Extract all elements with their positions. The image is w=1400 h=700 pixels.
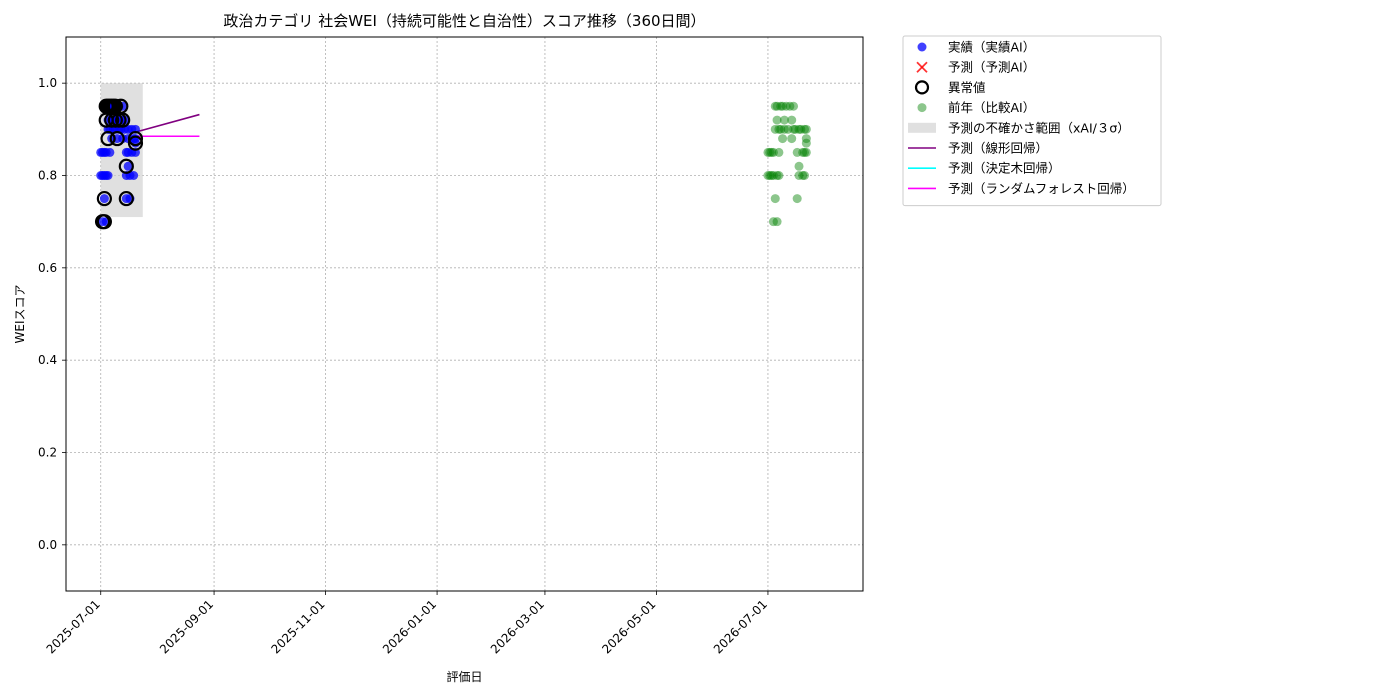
previous-year-point <box>801 124 811 134</box>
x-tick-label: 2025-07-01 <box>44 597 103 656</box>
y-tick-label: 0.6 <box>38 261 57 275</box>
previous-year-point <box>778 134 788 144</box>
forecast-lines-layer <box>137 113 200 138</box>
y-tick-label: 0.4 <box>38 353 57 367</box>
chart-title: 政治カテゴリ 社会WEI（持続可能性と自治性）スコア推移（360日間） <box>223 12 705 30</box>
legend-marker <box>908 122 936 133</box>
x-axis-label: 評価日 <box>446 669 482 684</box>
actual-point <box>99 194 109 204</box>
legend-label: 実績（実績AI） <box>948 40 1035 55</box>
legend-label: 前年（比較AI） <box>948 100 1035 115</box>
grid <box>66 37 863 591</box>
previous-year-point <box>787 134 797 144</box>
legend: 実績（実績AI） 予測（予測AI） 異常値前年（比較AI） 予測の不確かさ範囲（xAI… <box>902 35 1162 207</box>
legend-label: 予測の不確かさ範囲（xAI/３σ） <box>948 120 1130 135</box>
x-tick-label: 2025-09-01 <box>157 597 216 656</box>
previous-year-point <box>801 147 811 157</box>
legend-marker <box>917 103 927 113</box>
plot-area-frame <box>65 36 864 592</box>
previous-year-point <box>801 138 811 148</box>
x-tick-label: 2026-01-01 <box>380 597 439 656</box>
actual-point <box>103 171 113 180</box>
forecast-line <box>137 113 200 133</box>
previous-year-point <box>774 171 784 180</box>
legend-label: 予測（予測AI） <box>948 60 1035 75</box>
y-tick-label: 0.8 <box>38 169 57 183</box>
legend-label: 予測（線形回帰） <box>948 141 1048 156</box>
y-axis-label: WEIスコア <box>13 285 27 344</box>
previous-year-point <box>794 161 804 171</box>
chart-canvas: 政治カテゴリ 社会WEI（持続可能性と自治性）スコア推移（360日間） 0.00… <box>13 12 1162 684</box>
legend-marker <box>917 42 927 52</box>
axis-ticks: 0.0 0.2 0.4 0.6 0.8 1.0 2025-07-01 2025-09-01 20… <box>38 76 770 656</box>
actual-point <box>105 147 115 157</box>
legend-label: 予測（決定木回帰） <box>948 161 1061 176</box>
previous-year-point <box>800 171 810 180</box>
y-tick-label: 1.0 <box>38 76 57 90</box>
x-tick-label: 2026-03-01 <box>488 597 547 656</box>
x-tick-label: 2026-05-01 <box>599 597 658 656</box>
legend-label: 予測（ランダムフォレスト回帰） <box>948 181 1135 196</box>
previous-year-point <box>774 147 784 157</box>
previous-year-point <box>792 194 802 204</box>
legend-label: 異常値 <box>948 80 986 95</box>
previous-year-point <box>787 115 797 125</box>
x-tick-label: 2025-11-01 <box>268 597 327 656</box>
y-tick-label: 0.2 <box>38 446 57 460</box>
previous-year-point <box>789 101 799 111</box>
y-tick-label: 0.0 <box>38 538 57 552</box>
data-points-layer <box>94 98 811 230</box>
previous-year-point <box>772 217 782 227</box>
previous-year-point <box>770 194 780 204</box>
x-tick-label: 2026-07-01 <box>711 597 770 656</box>
